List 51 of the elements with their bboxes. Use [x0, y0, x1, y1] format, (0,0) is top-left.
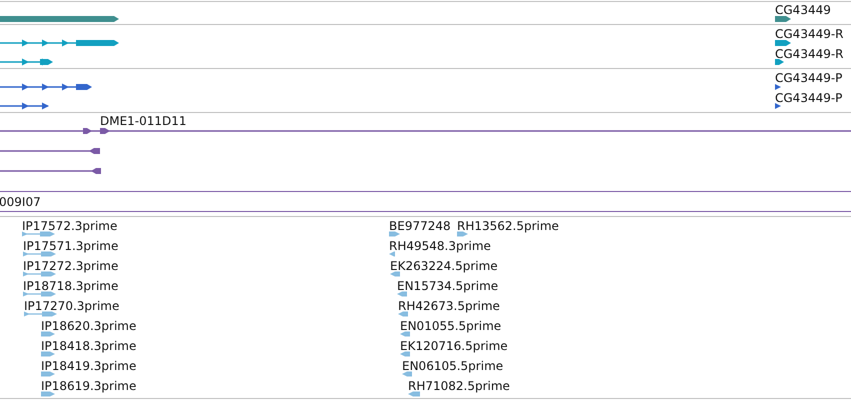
est-glyph	[398, 312, 408, 316]
feature-label: IP17272.3prime	[23, 259, 118, 273]
transcript-model-drawing	[0, 58, 53, 66]
transcript-glyph	[775, 103, 781, 109]
est-glyph	[41, 352, 55, 356]
feature-label: EN01055.5prime	[400, 319, 502, 333]
est-glyph	[23, 272, 56, 276]
feature-label: EK120716.5prime	[400, 339, 508, 353]
feature-label: RH49548.3prime	[389, 239, 491, 253]
transcript-glyph	[775, 40, 791, 46]
feature-label: IP17571.3prime	[23, 239, 118, 253]
feature-label: CG43449-R	[775, 47, 844, 61]
est-glyph	[389, 232, 400, 236]
feature-label: RH42673.5prime	[398, 299, 500, 313]
est-glyph	[402, 372, 412, 376]
est-glyph	[41, 392, 55, 396]
est-glyph	[41, 372, 55, 376]
transcript-model-drawing	[0, 102, 49, 110]
feature-label: CG43449	[775, 3, 831, 17]
feature-label: IP18718.3prime	[23, 279, 118, 293]
est-glyph	[397, 292, 407, 296]
feature-label: CG43449-P	[775, 91, 842, 105]
est-glyph	[408, 392, 420, 396]
feature-label: 009I07	[0, 195, 41, 209]
est-glyph	[41, 332, 55, 336]
feature-label: IP18620.3prime	[41, 319, 136, 333]
feature-label: EK263224.5prime	[390, 259, 498, 273]
est-glyph	[24, 312, 57, 316]
transcript-glyph	[775, 84, 781, 90]
feature-label: CG43449-P	[775, 71, 842, 85]
transcript-glyph	[775, 59, 784, 65]
est-glyph	[23, 292, 56, 296]
est-glyph	[400, 332, 410, 336]
feature-label: RH71082.5prime	[408, 379, 510, 393]
feature-label: IP17572.3prime	[22, 219, 118, 233]
feature-label: DME1-011D11	[100, 114, 187, 128]
est-glyph	[400, 352, 410, 356]
feature-label: RH13562.5prime	[457, 219, 559, 233]
est-glyph	[23, 252, 56, 256]
est-glyph	[389, 252, 395, 256]
feature-label: EN06105.5prime	[402, 359, 504, 373]
feature-label: CG43449-R	[775, 27, 844, 41]
feature-label: IP17270.3prime	[24, 299, 120, 313]
feature-label: BE977248	[389, 219, 451, 233]
gene-bar	[775, 16, 791, 22]
feature-label: IP18619.3prime	[41, 379, 136, 393]
feature-label: IP18418.3prime	[41, 339, 136, 353]
est-glyph	[457, 232, 468, 236]
feature-label: IP18419.3prime	[41, 359, 136, 373]
est-glyph	[390, 272, 400, 276]
feature-label: EN15734.5prime	[397, 279, 498, 293]
